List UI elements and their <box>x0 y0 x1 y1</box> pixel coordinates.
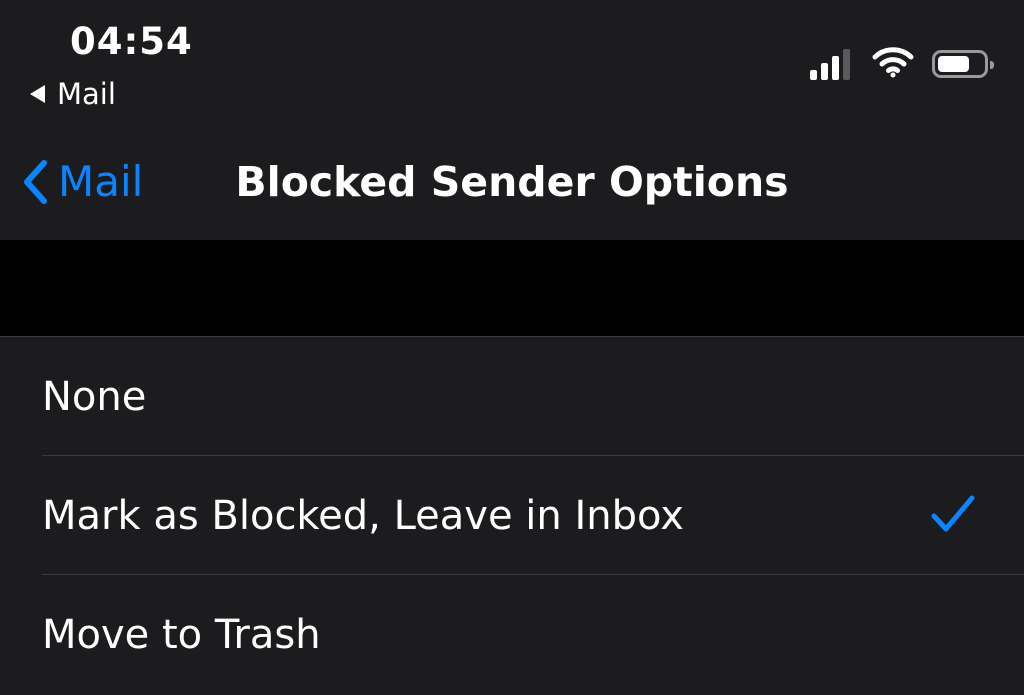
signal-bar <box>843 49 850 80</box>
signal-bar <box>832 56 839 80</box>
back-triangle-icon <box>30 85 45 103</box>
top-bar: 04:54 Mail Mail Blocked Sender Options <box>0 0 1024 240</box>
option-label: None <box>42 373 147 420</box>
option-label: Move to Trash <box>42 611 321 658</box>
status-time: 04:54 <box>70 20 193 63</box>
option-move-to-trash[interactable]: Move to Trash <box>0 575 1024 694</box>
option-mark-as-blocked[interactable]: Mark as Blocked, Leave in Inbox <box>0 456 1024 575</box>
checkmark-icon <box>930 494 976 538</box>
wifi-icon <box>872 46 914 82</box>
screen: 04:54 Mail Mail Blocked Sender Options N… <box>0 0 1024 695</box>
option-label: Mark as Blocked, Leave in Inbox <box>42 492 684 539</box>
back-to-app-label: Mail <box>57 77 116 111</box>
battery-fill <box>938 56 969 72</box>
status-icons <box>810 44 994 84</box>
section-gap <box>0 240 1024 336</box>
signal-bar <box>821 63 828 80</box>
back-to-app[interactable]: Mail <box>30 76 116 112</box>
battery-tip <box>990 61 994 69</box>
signal-bar <box>810 70 817 80</box>
battery-icon <box>932 50 994 78</box>
option-none[interactable]: None <box>0 337 1024 456</box>
options-list: None Mark as Blocked, Leave in Inbox Mov… <box>0 336 1024 695</box>
cellular-signal-icon <box>810 48 854 80</box>
page-title: Blocked Sender Options <box>235 158 789 206</box>
